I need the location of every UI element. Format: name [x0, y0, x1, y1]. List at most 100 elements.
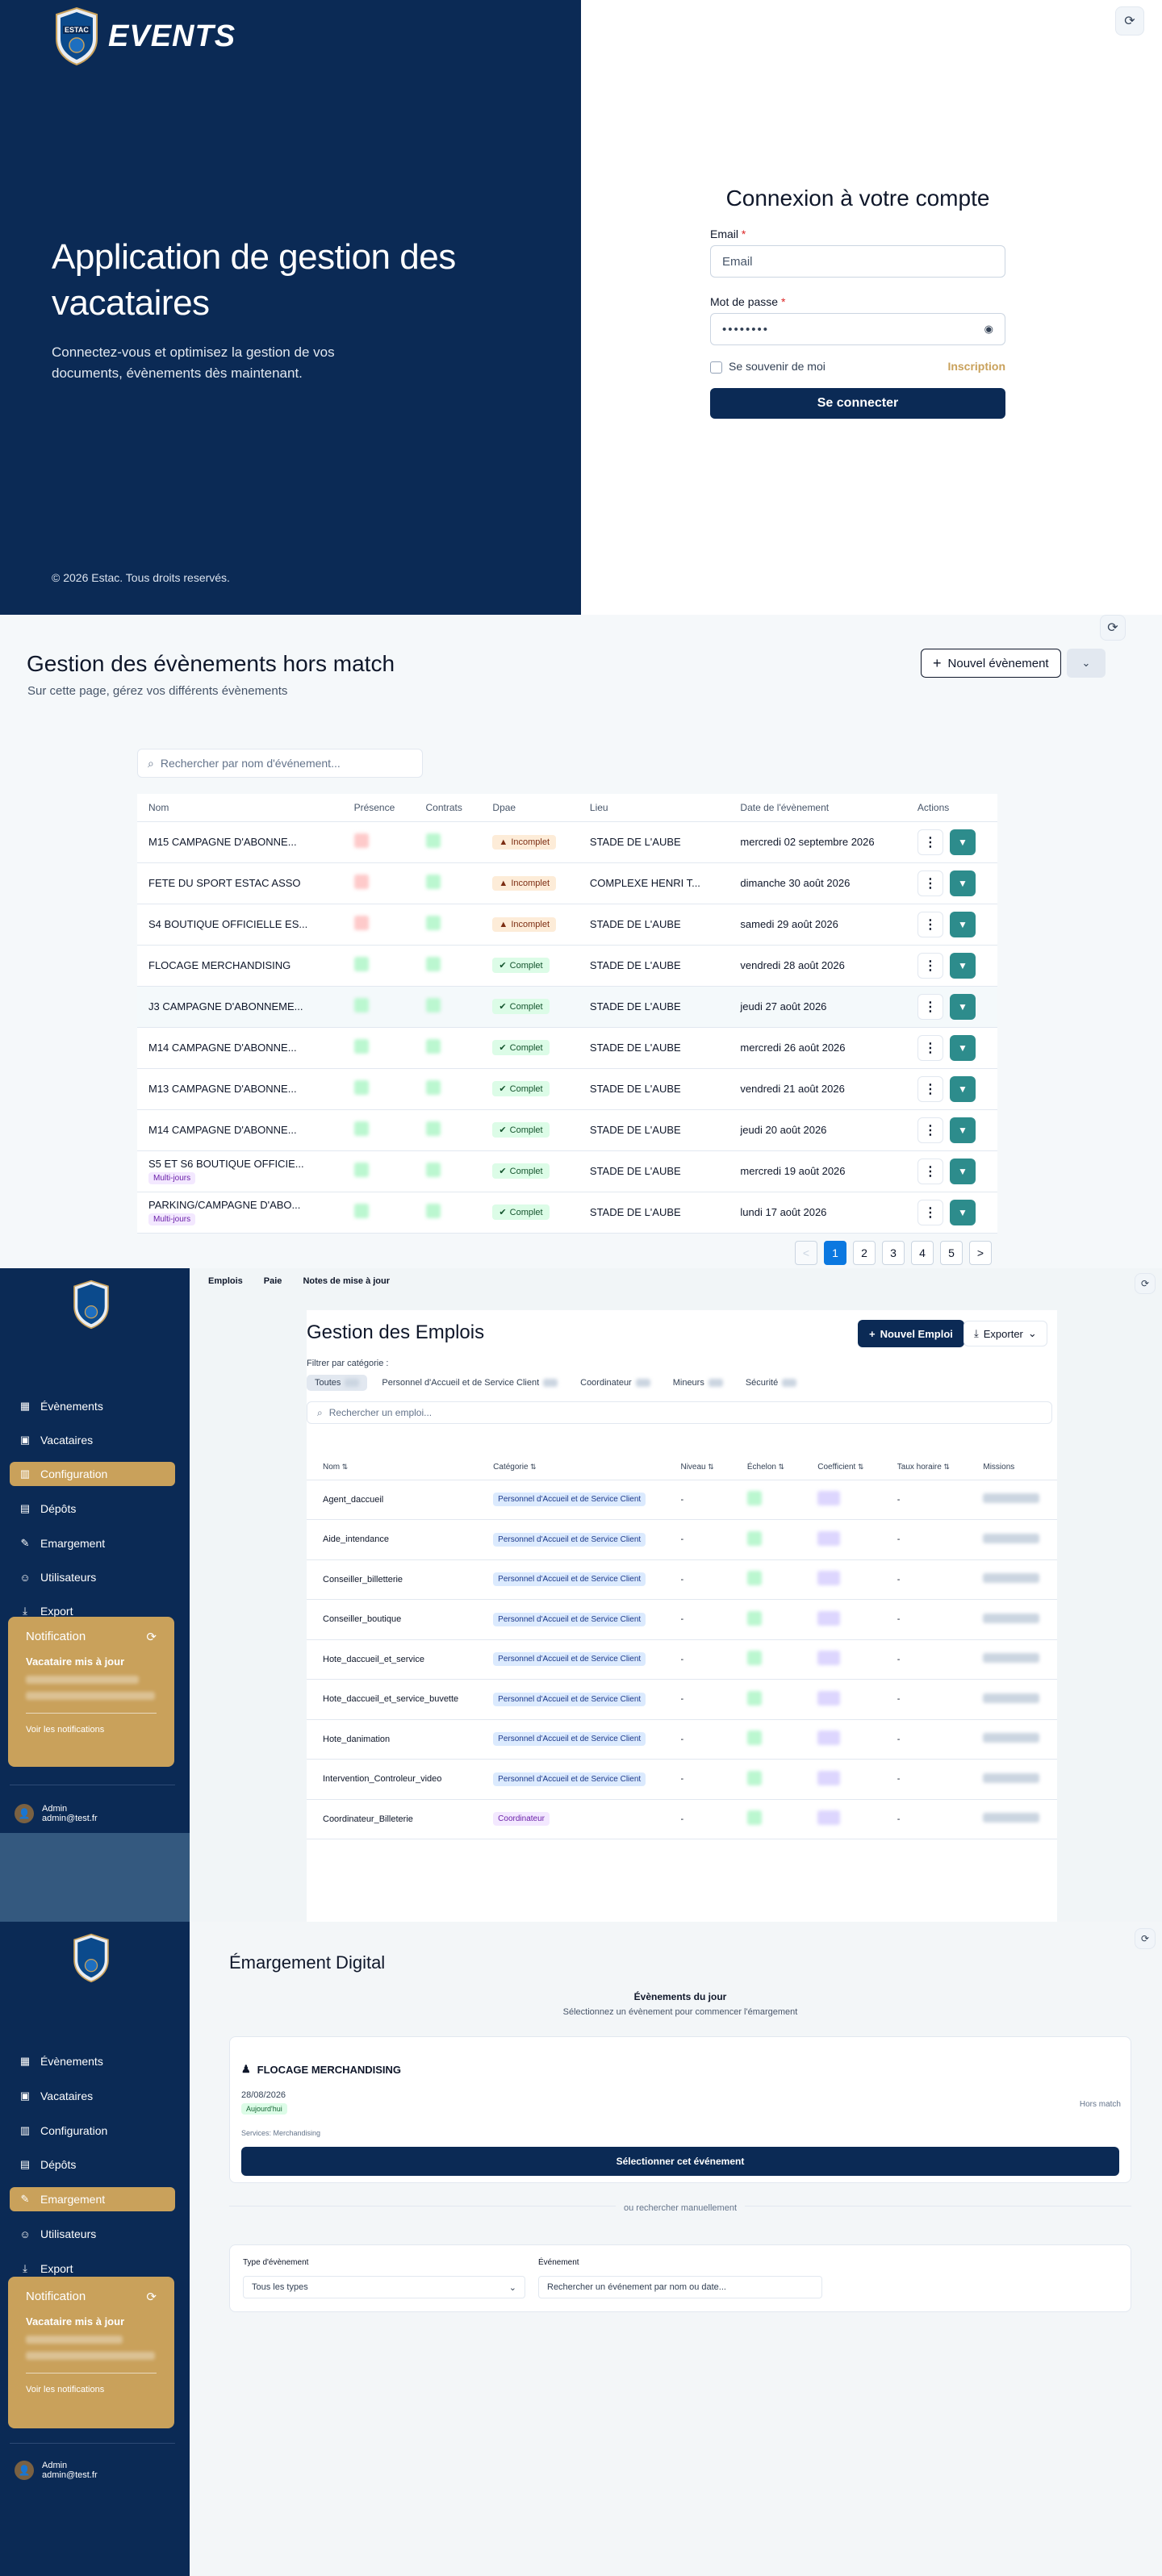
- new-job-button[interactable]: + Nouvel Emploi: [858, 1320, 964, 1347]
- page-button[interactable]: 1: [824, 1241, 846, 1265]
- remember-checkbox[interactable]: Se souvenir de moi: [710, 360, 826, 374]
- chevron-down-icon[interactable]: ▼: [949, 993, 976, 1020]
- category-chip[interactable]: Toutes: [307, 1375, 368, 1391]
- category-chip[interactable]: Mineurs: [665, 1375, 731, 1391]
- more-options-icon[interactable]: ⋮: [917, 952, 943, 979]
- password-field[interactable]: •••••••• ◉: [710, 313, 1005, 345]
- refresh-icon[interactable]: ⟳: [1135, 1928, 1156, 1949]
- column-header[interactable]: Nom ⇅: [307, 1455, 478, 1480]
- more-options-icon[interactable]: ⋮: [917, 1117, 943, 1143]
- more-options-icon[interactable]: ⋮: [917, 911, 943, 937]
- tab-notes-de-mise-a-jour[interactable]: Notes de mise à jour: [303, 1276, 390, 1286]
- table-row[interactable]: S4 BOUTIQUE OFFICIELLE ES... ▲ Incomplet ST…: [137, 904, 997, 946]
- sidebar-item-emargement[interactable]: ✎ Emargement: [10, 1531, 175, 1555]
- table-row[interactable]: M15 CAMPAGNE D'ABONNE... ▲ Incomplet STADE …: [137, 821, 997, 863]
- chevron-down-icon[interactable]: ▼: [949, 911, 976, 937]
- table-row[interactable]: Hote_daccueil_et_service_buvette Personne…: [307, 1679, 1057, 1720]
- type-select[interactable]: Tous les types ⌄: [243, 2276, 525, 2298]
- tab-emplois[interactable]: Emplois: [208, 1276, 243, 1286]
- more-options-icon[interactable]: ⋮: [917, 1199, 943, 1225]
- table-row[interactable]: PARKING/CAMPAGNE D'ABO... Multi-jours ✔ Com…: [137, 1192, 997, 1234]
- sidebar-item-vacataires[interactable]: ▣ Vacataires: [10, 1428, 175, 1452]
- column-header[interactable]: Coefficient ⇅: [801, 1455, 881, 1480]
- sidebar-item-evenements[interactable]: ▦ Évènements: [10, 1394, 175, 1418]
- sidebar-item-vacataires[interactable]: ▣ Vacataires: [10, 2084, 175, 2108]
- sidebar-item-emargement[interactable]: ✎ Emargement: [10, 2187, 175, 2211]
- chevron-down-icon[interactable]: ▼: [949, 1199, 976, 1225]
- login-button[interactable]: Se connecter: [710, 387, 1005, 419]
- register-link[interactable]: Inscription: [947, 360, 1005, 373]
- category-chip[interactable]: Personnel d'Accueil et de Service Client: [374, 1375, 566, 1391]
- more-options-icon[interactable]: ⋮: [917, 1034, 943, 1061]
- chevron-down-icon[interactable]: ▼: [949, 1034, 976, 1061]
- table-row[interactable]: Agent_daccueil Personnel d'Accueil et de …: [307, 1480, 1057, 1520]
- sidebar-item-depots[interactable]: ▤ Dépôts: [10, 2152, 175, 2177]
- table-row[interactable]: S5 ET S6 BOUTIQUE OFFICIE... Multi-jours ✔…: [137, 1150, 997, 1192]
- table-row[interactable]: FETE DU SPORT ESTAC ASSO ▲ Incomplet COMPLE…: [137, 862, 997, 904]
- table-row[interactable]: Hote_daccueil_et_service Personnel d'Accu…: [307, 1639, 1057, 1680]
- sidebar-item-configuration[interactable]: ▥ Configuration: [10, 1462, 175, 1486]
- user-profile[interactable]: 👤 Admin admin@test.fr: [15, 2461, 98, 2480]
- refresh-icon[interactable]: ⟳: [1115, 6, 1144, 35]
- user-profile[interactable]: 👤 Admin admin@test.fr: [15, 1804, 98, 1823]
- page-button[interactable]: >: [969, 1241, 992, 1265]
- eye-off-icon[interactable]: ◉: [984, 323, 993, 336]
- more-options-icon[interactable]: ⋮: [917, 993, 943, 1020]
- email-field[interactable]: Email: [710, 245, 1005, 278]
- refresh-icon[interactable]: ⟳: [1135, 1273, 1156, 1294]
- event-search-input[interactable]: Rechercher un événement par nom ou date.…: [538, 2276, 822, 2298]
- column-header[interactable]: Catégorie ⇅: [477, 1455, 665, 1480]
- contracts-count: [425, 916, 441, 930]
- table-row[interactable]: M13 CAMPAGNE D'ABONNE... ✔ Complet STADE DE…: [137, 1068, 997, 1110]
- export-button[interactable]: ⤓ Exporter ⌄: [963, 1321, 1047, 1346]
- select-event-button[interactable]: Sélectionner cet événement: [241, 2147, 1119, 2176]
- chevron-down-icon[interactable]: ▼: [949, 952, 976, 979]
- more-options-icon[interactable]: ⋮: [917, 870, 943, 896]
- page-button[interactable]: 2: [853, 1241, 876, 1265]
- page-button[interactable]: <: [795, 1241, 817, 1265]
- event-card[interactable]: ♟ FLOCAGE MERCHANDISING 28/08/2026 Aujour…: [229, 2036, 1131, 2183]
- notifications-link[interactable]: Voir les notifications: [26, 2385, 157, 2394]
- refresh-icon[interactable]: ⟳: [146, 1630, 157, 1644]
- chevron-down-icon[interactable]: ▼: [949, 829, 976, 855]
- table-row[interactable]: Conseiller_billetterie Personnel d'Accuei…: [307, 1559, 1057, 1600]
- chevron-down-icon[interactable]: ▼: [949, 1117, 976, 1143]
- table-row[interactable]: Hote_danimation Personnel d'Accueil et de…: [307, 1719, 1057, 1760]
- column-header[interactable]: Missions: [967, 1455, 1057, 1480]
- table-row[interactable]: M14 CAMPAGNE D'ABONNE... ✔ Complet STADE DE…: [137, 1109, 997, 1151]
- category-chip[interactable]: Sécurité: [738, 1375, 805, 1391]
- table-row[interactable]: Intervention_Controleur_video Personnel d…: [307, 1759, 1057, 1800]
- table-row[interactable]: Coordinateur_Billeterie Coordinateur - -: [307, 1799, 1057, 1839]
- chevron-down-icon[interactable]: ▼: [949, 870, 976, 896]
- sidebar-item-utilisateurs[interactable]: ☺ Utilisateurs: [10, 2222, 175, 2246]
- refresh-icon[interactable]: ⟳: [146, 2290, 157, 2304]
- notifications-link[interactable]: Voir les notifications: [26, 1725, 157, 1735]
- category-chip[interactable]: Coordinateur: [572, 1375, 658, 1391]
- page-button[interactable]: 5: [940, 1241, 963, 1265]
- more-options-icon[interactable]: ⋮: [917, 829, 943, 855]
- page-button[interactable]: 3: [882, 1241, 905, 1265]
- table-row[interactable]: FLOCAGE MERCHANDISING ✔ Complet STADE DE L'…: [137, 945, 997, 987]
- chevron-down-icon[interactable]: ⌄: [1067, 649, 1106, 678]
- column-header[interactable]: Taux horaire ⇅: [880, 1455, 968, 1480]
- sidebar-item-depots[interactable]: ▤ Dépôts: [10, 1497, 175, 1521]
- sidebar-item-evenements[interactable]: ▦ Évènements: [10, 2049, 175, 2073]
- tab-paie[interactable]: Paie: [264, 1276, 282, 1286]
- events-search-input[interactable]: ⌕ Rechercher par nom d'événement...: [137, 749, 423, 778]
- jobs-search-input[interactable]: ⌕ Rechercher un emploi...: [307, 1401, 1052, 1424]
- table-row[interactable]: M14 CAMPAGNE D'ABONNE... ✔ Complet STADE DE…: [137, 1027, 997, 1069]
- table-row[interactable]: Aide_intendance Personnel d'Accueil et de…: [307, 1519, 1057, 1560]
- chevron-down-icon[interactable]: ▼: [949, 1158, 976, 1184]
- more-options-icon[interactable]: ⋮: [917, 1075, 943, 1102]
- new-event-button[interactable]: + Nouvel évènement: [921, 649, 1061, 678]
- table-row[interactable]: Conseiller_boutique Personnel d'Accueil e…: [307, 1599, 1057, 1640]
- chevron-down-icon[interactable]: ▼: [949, 1075, 976, 1102]
- sidebar-item-configuration[interactable]: ▥ Configuration: [10, 2119, 175, 2143]
- table-row[interactable]: J3 CAMPAGNE D'ABONNEME... ✔ Complet STADE D…: [137, 986, 997, 1028]
- column-header[interactable]: Échelon ⇅: [730, 1455, 802, 1480]
- more-options-icon[interactable]: ⋮: [917, 1158, 943, 1184]
- column-header[interactable]: Niveau ⇅: [664, 1455, 731, 1480]
- sidebar-item-utilisateurs[interactable]: ☺ Utilisateurs: [10, 1565, 175, 1589]
- refresh-icon[interactable]: ⟳: [1100, 615, 1126, 641]
- page-button[interactable]: 4: [911, 1241, 934, 1265]
